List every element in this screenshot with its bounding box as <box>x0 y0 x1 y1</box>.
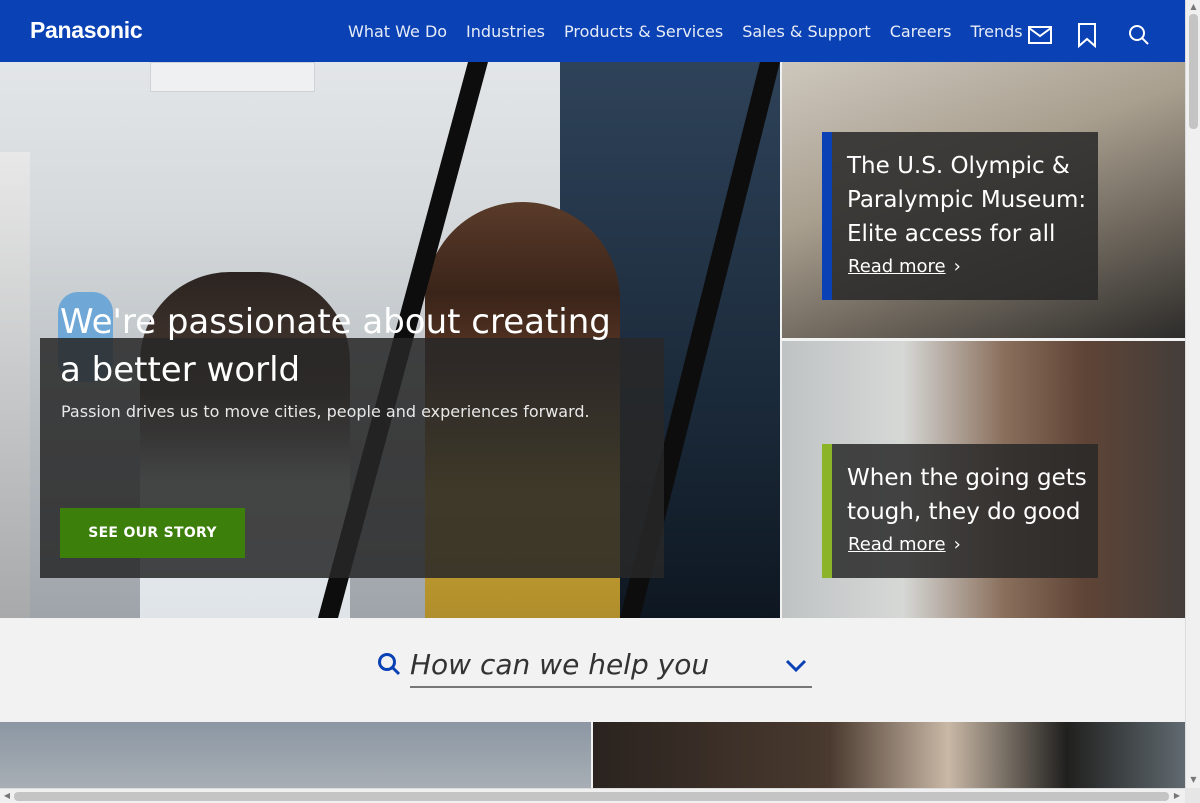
museum-card[interactable]: The U.S. Olympic & Paralympic Museum: El… <box>782 62 1185 338</box>
card-title: When the going gets tough, they do good <box>847 465 1087 525</box>
search-icon[interactable] <box>1128 24 1150 46</box>
good-deeds-card[interactable]: When the going gets tough, they do good … <box>782 341 1185 618</box>
nav-what-we-do[interactable]: What We Do <box>348 22 447 41</box>
bookmark-icon[interactable] <box>1074 22 1100 49</box>
bottom-tile-sky[interactable] <box>0 722 591 788</box>
page: Panasonic What We Do Industries Products… <box>0 0 1200 803</box>
horizontal-scrollbar[interactable]: ◀ ▶ <box>0 788 1185 803</box>
scroll-down-arrow[interactable]: ▼ <box>1189 775 1198 785</box>
see-our-story-button[interactable]: SEE OUR STORY <box>60 508 245 558</box>
scroll-left-arrow[interactable]: ◀ <box>2 791 12 801</box>
nav-careers[interactable]: Careers <box>890 22 952 41</box>
scroll-up-arrow[interactable]: ▲ <box>1189 2 1198 12</box>
card-accent-bar <box>822 132 832 300</box>
site-header: Panasonic What We Do Industries Products… <box>0 0 1185 62</box>
scroll-right-arrow[interactable]: ▶ <box>1172 791 1182 801</box>
chevron-down-icon[interactable] <box>784 656 808 676</box>
vertical-scroll-thumb[interactable] <box>1189 14 1198 129</box>
horizontal-scroll-thumb[interactable] <box>14 792 1169 801</box>
hero-title: We're passionate about creating a better… <box>60 302 611 390</box>
card-title: The U.S. Olympic & Paralympic Museum: El… <box>847 153 1087 247</box>
scrollbar-corner <box>1185 788 1200 803</box>
panasonic-logo[interactable]: Panasonic <box>30 17 143 44</box>
nav-industries[interactable]: Industries <box>466 22 545 41</box>
help-dropdown[interactable]: How can we help you <box>410 644 812 688</box>
hero-subtitle: Passion drives us to move cities, people… <box>61 402 590 421</box>
card-accent-bar <box>822 444 832 578</box>
read-more-label: Read more <box>848 534 946 555</box>
vertical-scrollbar[interactable]: ▲ ▼ <box>1185 0 1200 788</box>
read-more-label: Read more <box>848 256 946 277</box>
bottom-tile-meeting[interactable] <box>593 722 1185 788</box>
chevron-right-icon: › <box>953 534 961 555</box>
search-icon[interactable] <box>377 652 401 676</box>
card-read-more-link[interactable]: Read more › <box>848 256 961 277</box>
card-read-more-link[interactable]: Read more › <box>848 534 961 555</box>
help-search-section: How can we help you <box>0 618 1185 722</box>
mail-icon[interactable] <box>1027 22 1053 48</box>
nav-sales-support[interactable]: Sales & Support <box>742 22 870 41</box>
nav-products-services[interactable]: Products & Services <box>564 22 723 41</box>
main-nav: What We Do Industries Products & Service… <box>348 0 1042 62</box>
help-placeholder: How can we help you <box>410 648 710 681</box>
chevron-right-icon: › <box>953 256 961 277</box>
nav-trends[interactable]: Trends <box>971 22 1023 41</box>
